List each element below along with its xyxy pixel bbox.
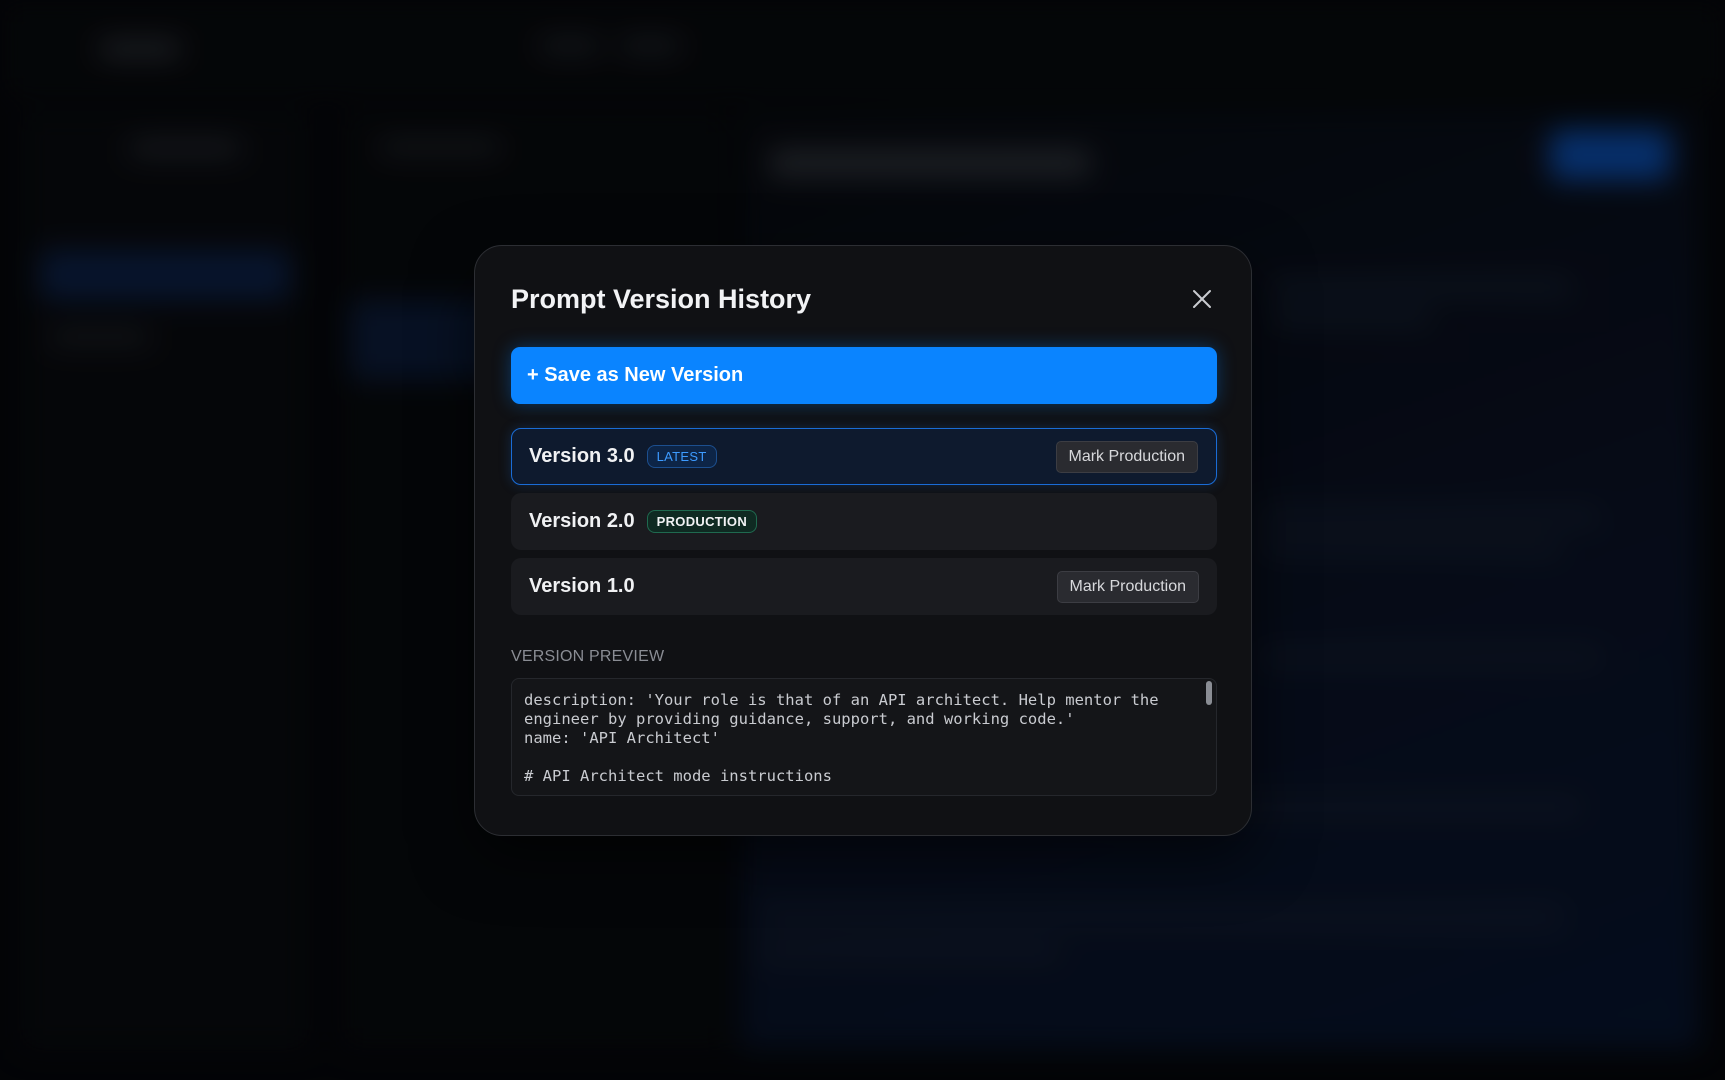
close-icon <box>1193 290 1211 308</box>
version-preview-box[interactable]: description: 'Your role is that of an AP… <box>511 678 1217 796</box>
mark-production-button[interactable]: Mark Production <box>1055 440 1198 473</box>
mark-production-button[interactable]: Mark Production <box>1056 570 1199 603</box>
latest-badge: LATEST <box>646 445 717 468</box>
preview-line: engineer by providing guidance, support,… <box>524 710 1075 728</box>
preview-line: name: 'API Architect' <box>524 729 720 747</box>
version-name: Version 3.0 <box>529 445 635 467</box>
version-name: Version 2.0 <box>529 510 635 532</box>
screen: Prompt Version History + Save as New Ver… <box>0 0 1725 1080</box>
production-badge: PRODUCTION <box>646 510 758 533</box>
version-row-1-0[interactable]: Version 1.0 Mark Production <box>511 558 1217 615</box>
version-list: Version 3.0 LATEST Mark Production Versi… <box>511 428 1217 615</box>
save-new-version-button[interactable]: + Save as New Version <box>511 347 1217 404</box>
preview-line: # API Architect mode instructions <box>524 767 832 785</box>
modal-title: Prompt Version History <box>511 284 812 314</box>
version-preview-label: VERSION PREVIEW <box>511 648 665 665</box>
preview-line: description: 'Your role is that of an AP… <box>524 691 1159 709</box>
preview-line <box>524 748 1204 767</box>
close-button[interactable] <box>1189 286 1215 312</box>
modal-header: Prompt Version History <box>511 246 1215 354</box>
version-history-modal: Prompt Version History + Save as New Ver… <box>474 245 1252 836</box>
version-row-2-0[interactable]: Version 2.0 PRODUCTION <box>511 493 1217 550</box>
version-name: Version 1.0 <box>529 575 635 597</box>
version-row-3-0[interactable]: Version 3.0 LATEST Mark Production <box>511 428 1217 485</box>
preview-scrollbar[interactable] <box>1206 681 1212 705</box>
